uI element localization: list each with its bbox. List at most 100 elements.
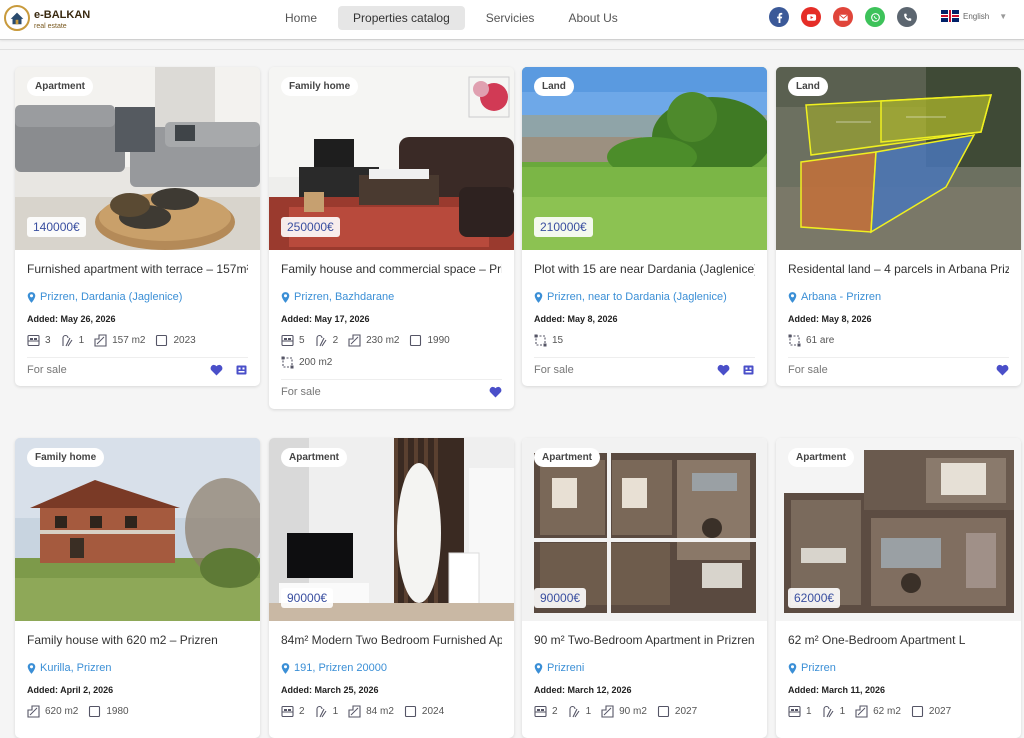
listing-location: Prizren [788,662,1009,674]
property-type-badge: Family home [281,77,359,96]
nav-services[interactable]: Servicies [473,6,548,30]
bedrooms-feature: 1 [788,704,812,718]
heart-icon[interactable] [996,364,1009,376]
added-date: Added: May 8, 2026 [534,314,618,324]
added-date: Added: March 12, 2026 [534,685,632,695]
listing-location: Prizren, Bazhdarane [281,291,502,303]
listing-photo[interactable]: Land [776,67,1021,250]
bathrooms-feature: 1 [315,704,338,718]
feature-list: 61 are [788,333,1009,347]
language-selector[interactable]: English ▼ [941,10,1007,22]
listing-card[interactable]: Apartment 90000€ 84m² Modern Two Bedroom… [269,438,514,738]
listing-title[interactable]: 62 m² One-Bedroom Apartment L [788,633,1009,649]
feature-value: 2024 [421,705,445,717]
bath-icon [316,705,327,717]
feature-list: 620 m2 1980 [27,704,248,718]
feature-value: 230 m2 [366,334,400,346]
listing-status: For sale [534,363,574,376]
listing-card[interactable]: Land Residental land – 4 parcels in Arba… [776,67,1021,386]
listing-card[interactable]: Family home Family house with 620 m2 – P… [15,438,260,738]
price-tag: 210000€ [534,217,593,237]
area-feature: 230 m2 [348,333,399,347]
youtube-icon[interactable] [801,7,821,27]
location-text: Kurilla, Prizren [40,662,112,674]
listing-card[interactable]: Apartment 62000€ 62 m² One-Bedroom Apart… [776,438,1021,738]
logo-emblem-icon [4,5,30,31]
year-feature: 1980 [88,704,129,718]
facebook-icon[interactable] [769,7,789,27]
listing-title[interactable]: Furnished apartment with terrace – 157m² [27,262,248,278]
nav-home[interactable]: Home [272,6,330,30]
brand-logo[interactable]: e-BALKAN real estate [4,5,90,31]
feature-value: 2027 [928,705,952,717]
listing-title[interactable]: Family house with 620 m2 – Prizren [27,633,248,649]
listing-photo[interactable]: Land 210000€ [522,67,767,250]
plot-feature: 15 [534,333,563,347]
listing-title[interactable]: 84m² Modern Two Bedroom Furnished Apartm… [281,633,502,649]
feature-value: 84 m2 [366,705,394,717]
listing-card[interactable]: Family home 250000€ Family house and com… [269,67,514,409]
listing-photo[interactable]: Apartment 140000€ [15,67,260,250]
feature-list: 2 1 84 m2 2024 [281,704,502,718]
feature-value: 1 [585,705,592,717]
listing-title[interactable]: Family house and commercial space – Priz… [281,262,502,278]
plot-icon [281,356,294,368]
location-pin-icon [281,291,290,303]
bedrooms-feature: 2 [534,704,558,718]
location-pin-icon [788,291,797,303]
feature-value: 90 m2 [619,705,647,717]
year-icon [657,705,669,717]
feature-value: 5 [299,334,305,346]
mail-icon[interactable] [833,7,853,27]
year-feature: 2027 [911,704,951,718]
bed-icon [281,334,294,346]
virtual-tour-icon[interactable] [235,364,248,376]
listing-title[interactable]: Residental land – 4 parcels in Arbana Pr… [788,262,1009,278]
listing-title[interactable]: Plot with 15 are near Dardania (Jaglenic… [534,262,755,278]
year-feature: 2024 [404,704,444,718]
price-tag: 250000€ [281,217,340,237]
listing-title[interactable]: 90 m² Two-Bedroom Apartment in Prizren [534,633,755,649]
location-text: Prizreni [547,662,585,674]
virtual-tour-icon[interactable] [742,364,755,376]
area-icon [94,333,107,347]
listing-photo[interactable]: Apartment 90000€ [269,438,514,621]
added-date: Added: May 17, 2026 [281,314,370,324]
price-tag: 90000€ [534,588,587,608]
location-pin-icon [534,291,543,303]
feature-value: 15 [552,334,564,346]
heart-icon[interactable] [210,364,223,376]
feature-value: 62 m2 [873,705,901,717]
heart-icon[interactable] [489,386,502,398]
property-type-badge: Apartment [281,448,348,467]
whatsapp-icon[interactable] [865,7,885,27]
listing-card[interactable]: Apartment 90000€ 90 m² Two-Bedroom Apart… [522,438,767,738]
feature-value: 200 m2 [299,356,333,368]
content-top-divider [0,40,1024,50]
location-text: Prizren, Bazhdarane [294,291,395,303]
location-pin-icon [281,662,290,674]
listing-photo[interactable]: Family home [15,438,260,621]
location-pin-icon [788,662,797,674]
area-feature: 62 m2 [855,704,901,718]
listing-card[interactable]: Land 210000€ Plot with 15 are near Darda… [522,67,767,386]
year-feature: 2023 [155,333,196,347]
year-icon [89,705,101,717]
listing-card[interactable]: Apartment 140000€ Furnished apartment wi… [15,67,260,386]
property-type-badge: Land [788,77,828,96]
year-icon [404,705,416,717]
phone-icon[interactable] [897,7,917,27]
nav-properties-catalog[interactable]: Properties catalog [338,6,465,30]
location-text: 191, Prizren 20000 [294,662,387,674]
bathrooms-feature: 2 [315,333,338,347]
listing-photo[interactable]: Apartment 90000€ [522,438,767,621]
feature-value: 2027 [674,705,698,717]
bed-icon [534,705,547,717]
location-text: Arbana - Prizren [801,291,882,303]
listing-location: Arbana - Prizren [788,291,1009,303]
nav-about-us[interactable]: About Us [555,6,630,30]
bath-icon [569,705,580,717]
listing-photo[interactable]: Apartment 62000€ [776,438,1021,621]
heart-icon[interactable] [717,364,730,376]
listing-photo[interactable]: Family home 250000€ [269,67,514,250]
